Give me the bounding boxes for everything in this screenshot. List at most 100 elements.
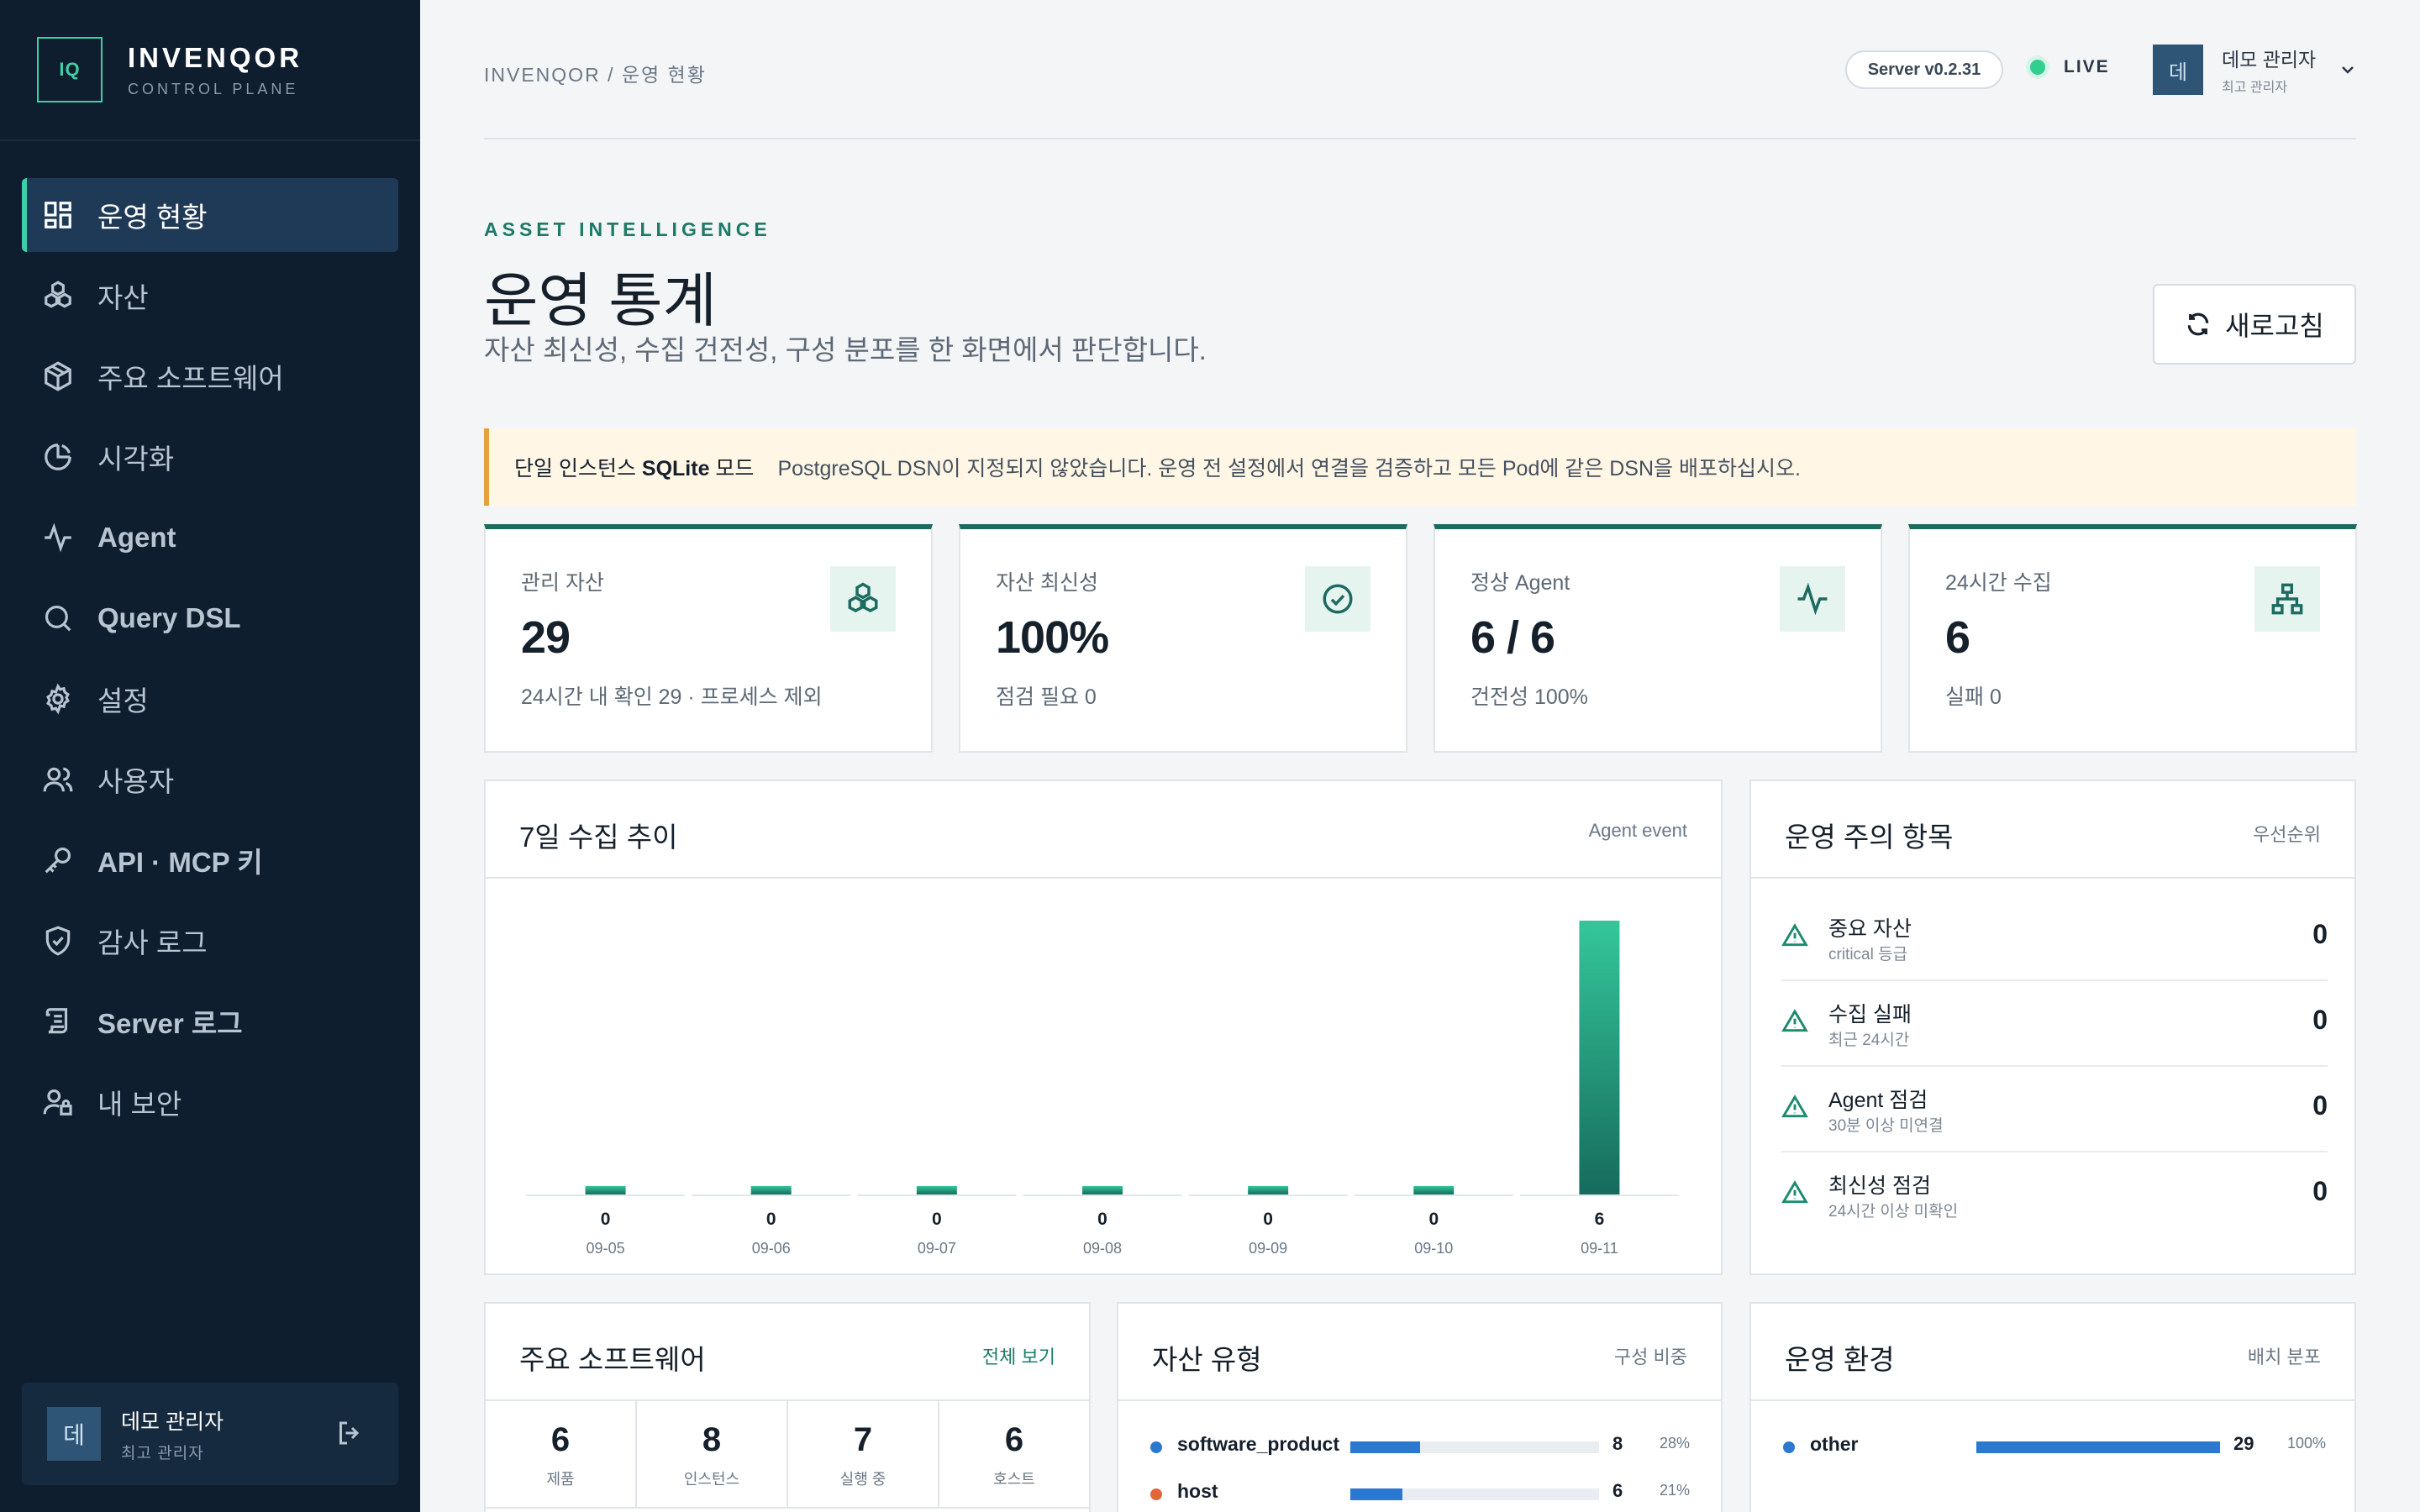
sidebar-item-assets[interactable]: 자산 bbox=[22, 259, 398, 333]
attention-title: 중요 자산 bbox=[1828, 917, 1912, 941]
alert-message: PostgreSQL DSN이 지정되지 않았습니다. 운영 전 설정에서 연결… bbox=[777, 457, 1801, 480]
chart-bar[interactable] bbox=[1413, 1186, 1455, 1194]
kpi-card-healthy-agents: 정상 Agent 6 / 6 건전성 100% bbox=[1434, 524, 1882, 753]
legend-dot bbox=[1783, 1441, 1795, 1453]
distribution-row[interactable]: software_product 8 28% bbox=[1118, 1423, 1721, 1470]
brand[interactable]: IQ INVENQOR CONTROL PLANE bbox=[37, 37, 302, 102]
avatar: 데 bbox=[2153, 45, 2203, 95]
check-circle-icon bbox=[1305, 566, 1370, 632]
distribution-count: 8 bbox=[1612, 1433, 1623, 1454]
user-menu[interactable]: 데 데모 관리자 최고 관리자 bbox=[2153, 44, 2358, 96]
sidebar-item-api-keys[interactable]: API · MCP 키 bbox=[22, 823, 398, 897]
chart-tick-label: 09-06 bbox=[752, 1240, 791, 1257]
sidebar: IQ INVENQOR CONTROL PLANE 운영 현황 자산 주요 소프… bbox=[0, 0, 420, 1512]
software-panel: 주요 소프트웨어 전체 보기 6 제품 8 인스턴스 7 실행 중 6 호스트 bbox=[484, 1302, 1091, 1512]
refresh-icon bbox=[2185, 311, 2212, 338]
chart-bar[interactable] bbox=[916, 1186, 957, 1194]
attention-item-freshness-check[interactable]: 최신성 점검 24시간 이상 미확인 0 bbox=[1781, 1152, 2328, 1238]
panel-title: 주요 소프트웨어 bbox=[519, 1344, 706, 1375]
scroll-icon bbox=[42, 1005, 74, 1037]
brand-name: INVENQOR bbox=[128, 41, 303, 73]
panel-meta: 우선순위 bbox=[2253, 824, 2321, 845]
distribution-bar-fill bbox=[1976, 1441, 2220, 1453]
sidebar-item-label: 자산 bbox=[97, 282, 149, 313]
chart-bar[interactable] bbox=[1579, 921, 1620, 1194]
sidebar-item-users[interactable]: 사용자 bbox=[22, 743, 398, 816]
attention-item-agent-check[interactable]: Agent 점검 30분 이상 미연결 0 bbox=[1781, 1067, 2328, 1152]
pie-chart-icon bbox=[42, 441, 74, 473]
distribution-bar-track bbox=[1976, 1441, 2220, 1453]
logout-icon[interactable] bbox=[334, 1418, 365, 1448]
chart-tick-label: 09-10 bbox=[1414, 1240, 1453, 1257]
legend-dot bbox=[1150, 1441, 1162, 1453]
sidebar-item-agent[interactable]: Agent bbox=[22, 501, 398, 575]
sidebar-item-visualization[interactable]: 시각화 bbox=[22, 420, 398, 494]
software-stats: 6 제품 8 인스턴스 7 실행 중 6 호스트 bbox=[486, 1401, 1089, 1509]
attention-item-collection-failures[interactable]: 수집 실패 최근 24시간 0 bbox=[1781, 981, 2328, 1067]
chart-tick-label: 09-08 bbox=[1083, 1240, 1122, 1257]
distribution-row[interactable]: host 6 21% bbox=[1118, 1470, 1721, 1512]
user-lock-icon bbox=[42, 1086, 74, 1118]
environment-panel: 운영 환경 배치 분포 other 29 100% bbox=[1749, 1302, 2356, 1512]
sidebar-item-label: 운영 현황 bbox=[97, 202, 208, 233]
page-eyebrow: ASSET INTELLIGENCE bbox=[484, 218, 771, 240]
kpi-card-managed-assets: 관리 자산 29 24시간 내 확인 29 · 프로세스 제외 bbox=[484, 524, 933, 753]
kpi-card-24h-collection: 24시간 수집 6 실패 0 bbox=[1908, 524, 2357, 753]
sidebar-item-my-security[interactable]: 내 보안 bbox=[22, 1065, 398, 1139]
chart-bar[interactable] bbox=[1082, 1186, 1123, 1194]
sidebar-user-name: 데모 관리자 bbox=[121, 1410, 224, 1434]
sidebar-item-query-dsl[interactable]: Query DSL bbox=[22, 581, 398, 655]
stat-label: 제품 bbox=[546, 1471, 575, 1488]
cubes-icon bbox=[42, 280, 74, 312]
chart-bar[interactable] bbox=[750, 1186, 792, 1194]
attention-subtitle: 최근 24시간 bbox=[1828, 1032, 1910, 1049]
view-all-link[interactable]: 전체 보기 bbox=[982, 1342, 1055, 1369]
software-stat-instances: 8 인스턴스 bbox=[637, 1401, 788, 1509]
sidebar-item-dashboard[interactable]: 운영 현황 bbox=[22, 178, 398, 252]
kpi-footnote: 실패 0 bbox=[1945, 685, 2002, 709]
sidebar-user-card: 데 데모 관리자 최고 관리자 bbox=[22, 1383, 398, 1485]
shield-check-icon bbox=[42, 925, 74, 957]
panel-meta: 배치 분포 bbox=[2247, 1347, 2321, 1368]
live-indicator: LIVE bbox=[2030, 57, 2110, 77]
trend-panel: 7일 수집 추이 Agent event 0 09-05 0 09-06 0 09-07 0… bbox=[484, 780, 1723, 1275]
chart-bar[interactable] bbox=[1248, 1186, 1289, 1194]
panel-title: 7일 수집 추이 bbox=[519, 822, 678, 853]
panel-title: 운영 환경 bbox=[1785, 1344, 1895, 1375]
stat-value: 7 bbox=[853, 1421, 873, 1458]
stat-label: 실행 중 bbox=[839, 1471, 886, 1488]
sidebar-item-label: 시각화 bbox=[97, 444, 175, 475]
user-name: 데모 관리자 bbox=[2222, 49, 2317, 71]
refresh-button[interactable]: 새로고침 bbox=[2153, 284, 2356, 365]
live-label: LIVE bbox=[2064, 57, 2110, 76]
kpi-value: 100% bbox=[996, 612, 1109, 663]
server-version-badge: Server v0.2.31 bbox=[1845, 50, 2003, 89]
software-stat-products: 6 제품 bbox=[486, 1401, 637, 1509]
kpi-label: 정상 Agent bbox=[1470, 571, 1570, 595]
stat-value: 6 bbox=[550, 1421, 571, 1458]
sidebar-item-label: Server 로그 bbox=[97, 1008, 243, 1039]
chart-bar[interactable] bbox=[585, 1186, 626, 1194]
stat-label: 호스트 bbox=[993, 1471, 1035, 1488]
distribution-bar-track bbox=[1350, 1441, 1599, 1453]
kpi-value: 6 / 6 bbox=[1470, 612, 1555, 663]
distribution-row[interactable]: other 29 100% bbox=[1751, 1423, 2354, 1470]
attention-count: 0 bbox=[2312, 1005, 2328, 1035]
panel-meta: Agent event bbox=[1588, 820, 1687, 841]
attention-item-critical-assets[interactable]: 중요 자산 critical 등급 0 bbox=[1781, 895, 2328, 981]
sidebar-nav: 운영 현황 자산 주요 소프트웨어 시각화 Agent Query DSL 설정 bbox=[22, 178, 398, 1146]
chart-data-label: 0 bbox=[932, 1210, 942, 1229]
key-icon bbox=[42, 844, 74, 876]
sidebar-item-settings[interactable]: 설정 bbox=[22, 662, 398, 736]
sidebar-item-audit-log[interactable]: 감사 로그 bbox=[22, 904, 398, 978]
sidebar-item-software[interactable]: 주요 소프트웨어 bbox=[22, 339, 398, 413]
live-dot-icon bbox=[2030, 60, 2045, 75]
distribution-name: host bbox=[1177, 1480, 1218, 1502]
avatar: 데 bbox=[47, 1407, 101, 1461]
sidebar-user-role: 최고 관리자 bbox=[121, 1444, 204, 1462]
sidebar-item-label: 주요 소프트웨어 bbox=[97, 363, 284, 394]
chevron-down-icon bbox=[2338, 60, 2358, 80]
dashboard-grid-icon bbox=[42, 199, 74, 231]
sidebar-item-server-log[interactable]: Server 로그 bbox=[22, 984, 398, 1058]
sidebar-item-label: 사용자 bbox=[97, 766, 175, 797]
